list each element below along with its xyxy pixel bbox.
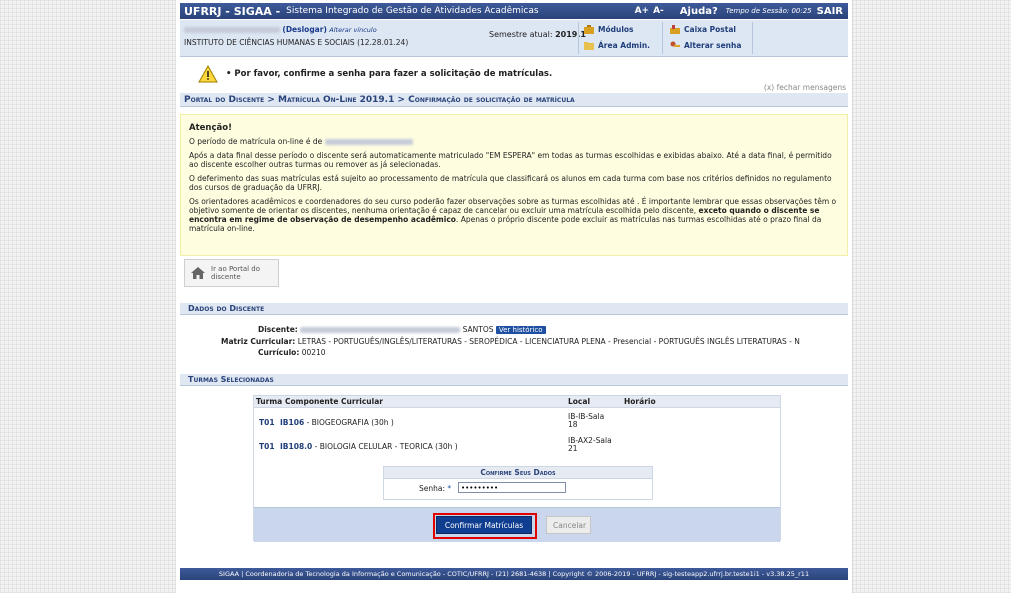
action-bar: Confirmar Matrículas Cancelar (254, 507, 780, 542)
font-decrease-button[interactable]: A- (653, 6, 664, 16)
student-data-header: Dados do Discente (180, 303, 848, 315)
student-label: Discente: (258, 325, 298, 334)
user-info-bar: (Deslogar) Alterar vínculo INSTITUTO DE … (180, 20, 848, 57)
close-messages-link[interactable]: (x) fechar mensagens (764, 83, 846, 92)
change-bond-link[interactable]: Alterar vínculo (329, 26, 376, 34)
font-increase-button[interactable]: A+ (635, 6, 650, 16)
attention-paragraph: Os orientadores acadêmicos e coordenador… (189, 197, 839, 233)
matrix-value: LETRAS - PORTUGUÊS/INGLÊS/LITERATURAS - … (297, 337, 800, 346)
modules-label: Módulos (598, 25, 634, 34)
mailbox-icon (670, 25, 680, 34)
curriculum-row: Currículo: 00210 (258, 348, 326, 357)
location-line: 21 (568, 444, 578, 453)
divider (752, 22, 753, 54)
confirm-data-box: Confirme Seus Dados Senha: * (383, 466, 653, 500)
page-container: UFRRJ - SIGAA - Sistema Integrado de Ges… (176, 0, 852, 593)
password-input[interactable] (458, 482, 566, 493)
location-cell: IB-AX2-Sala 21 (568, 437, 612, 453)
portal-button-label: Ir ao Portal do discente (211, 265, 261, 281)
period-dates-redacted (324, 139, 413, 145)
semester-label: Semestre atual: (489, 30, 553, 39)
required-marker: * (447, 484, 452, 493)
view-history-button[interactable]: Ver histórico (495, 326, 546, 334)
system-description: Sistema Integrado de Gestão de Atividade… (286, 6, 539, 16)
attention-box: Atenção! O período de matrícula on-line … (180, 114, 848, 256)
modules-icon (584, 25, 594, 34)
student-name-row: Discente: SANTOS Ver histórico (258, 325, 546, 334)
password-label-text: Senha: (419, 484, 446, 493)
class-code-link[interactable]: T01 (259, 442, 275, 451)
table-header: Turma Componente Curricular Local Horári… (254, 396, 780, 408)
footer: SIGAA | Coordenadoria de Tecnologia da I… (180, 568, 848, 580)
table-row: T01 IB108.0 - BIOLOGIA CELULAR - TEORICA… (254, 435, 780, 457)
curriculum-value: 00210 (301, 348, 326, 357)
warning-icon (198, 65, 218, 83)
institute-name: INSTITUTO DE CIÊNCIAS HUMANAS E SOCIAIS … (184, 38, 409, 47)
semester-value: 2019.1 (555, 30, 586, 39)
home-icon (191, 267, 205, 279)
class-code-link[interactable]: T01 (259, 418, 275, 427)
column-header: Horário (624, 397, 656, 406)
help-link[interactable]: Ajuda? (680, 6, 718, 17)
student-name-redacted (300, 327, 461, 333)
location-cell: IB-IB-Sala 18 (568, 413, 604, 429)
logout-small-link[interactable]: (Deslogar) (282, 25, 326, 34)
attention-period-text: O período de matrícula on-line é de (189, 137, 323, 146)
admin-area-label: Área Admin. (598, 41, 651, 50)
attention-paragraph: Após a data final desse período o discen… (189, 151, 832, 169)
column-header: Turma (256, 397, 283, 406)
session-timer: Tempo de Sessão: 00:25 (725, 7, 812, 15)
component-cell: IB108.0 - BIOLOGIA CELULAR - TEORICA (30… (280, 442, 458, 451)
location-line: 18 (568, 420, 578, 429)
matrix-label: Matriz Curricular: (221, 337, 296, 346)
confirm-enrollment-button[interactable]: Confirmar Matrículas (436, 516, 532, 534)
folder-icon (584, 42, 594, 50)
message-text: • Por favor, confirme a senha para fazer… (226, 69, 553, 79)
divider (662, 22, 663, 54)
curriculum-label: Currículo: (258, 348, 300, 357)
component-code-link[interactable]: IB108.0 (280, 442, 312, 451)
component-cell: IB106 - BIOGEOGRAFIA (30h ) (280, 418, 394, 427)
top-bar: UFRRJ - SIGAA - Sistema Integrado de Ges… (180, 3, 848, 19)
admin-area-button[interactable]: Área Admin. (584, 41, 650, 50)
cancel-button[interactable]: Cancelar (546, 516, 591, 534)
current-semester: Semestre atual: 2019.1 (489, 30, 586, 39)
user-name-redacted (184, 27, 280, 33)
component-code-link[interactable]: IB106 (280, 418, 304, 427)
go-to-portal-button[interactable]: Ir ao Portal do discente (184, 259, 279, 287)
breadcrumb: Portal do Discente > Matrícula On-Line 2… (180, 93, 848, 107)
key-icon (670, 41, 680, 47)
user-line: (Deslogar) Alterar vínculo (184, 25, 377, 34)
attention-paragraph: O deferimento das suas matrículas está s… (189, 174, 832, 192)
message-bar: • Por favor, confirme a senha para fazer… (180, 60, 848, 92)
logout-button[interactable]: SAIR (817, 6, 843, 17)
password-label: Senha: * (419, 484, 451, 493)
component-name: - BIOGEOGRAFIA (30h ) (306, 418, 394, 427)
curriculum-matrix-row: Matriz Curricular: LETRAS - PORTUGUÊS/IN… (221, 337, 800, 346)
attention-title: Atenção! (189, 123, 232, 133)
component-name: - BIOLOGIA CELULAR - TEORICA (30h ) (314, 442, 458, 451)
mailbox-button[interactable]: Caixa Postal (670, 25, 736, 34)
confirm-data-title: Confirme Seus Dados (384, 467, 652, 479)
selected-classes-table: Turma Componente Curricular Local Horári… (253, 395, 781, 542)
column-header: Local (568, 397, 591, 406)
divider (578, 22, 579, 54)
student-surname: SANTOS (462, 325, 494, 334)
attention-period: O período de matrícula on-line é de (189, 137, 839, 146)
change-password-label: Alterar senha (684, 41, 742, 50)
table-row: T01 IB106 - BIOGEOGRAFIA (30h ) IB-IB-Sa… (254, 411, 780, 433)
change-password-button[interactable]: Alterar senha (670, 41, 741, 50)
selected-classes-header: Turmas Selecionadas (180, 374, 848, 386)
modules-button[interactable]: Módulos (584, 25, 634, 34)
column-header: Componente Curricular (285, 397, 383, 406)
mailbox-label: Caixa Postal (684, 25, 736, 34)
system-name: UFRRJ - SIGAA - (184, 4, 281, 18)
